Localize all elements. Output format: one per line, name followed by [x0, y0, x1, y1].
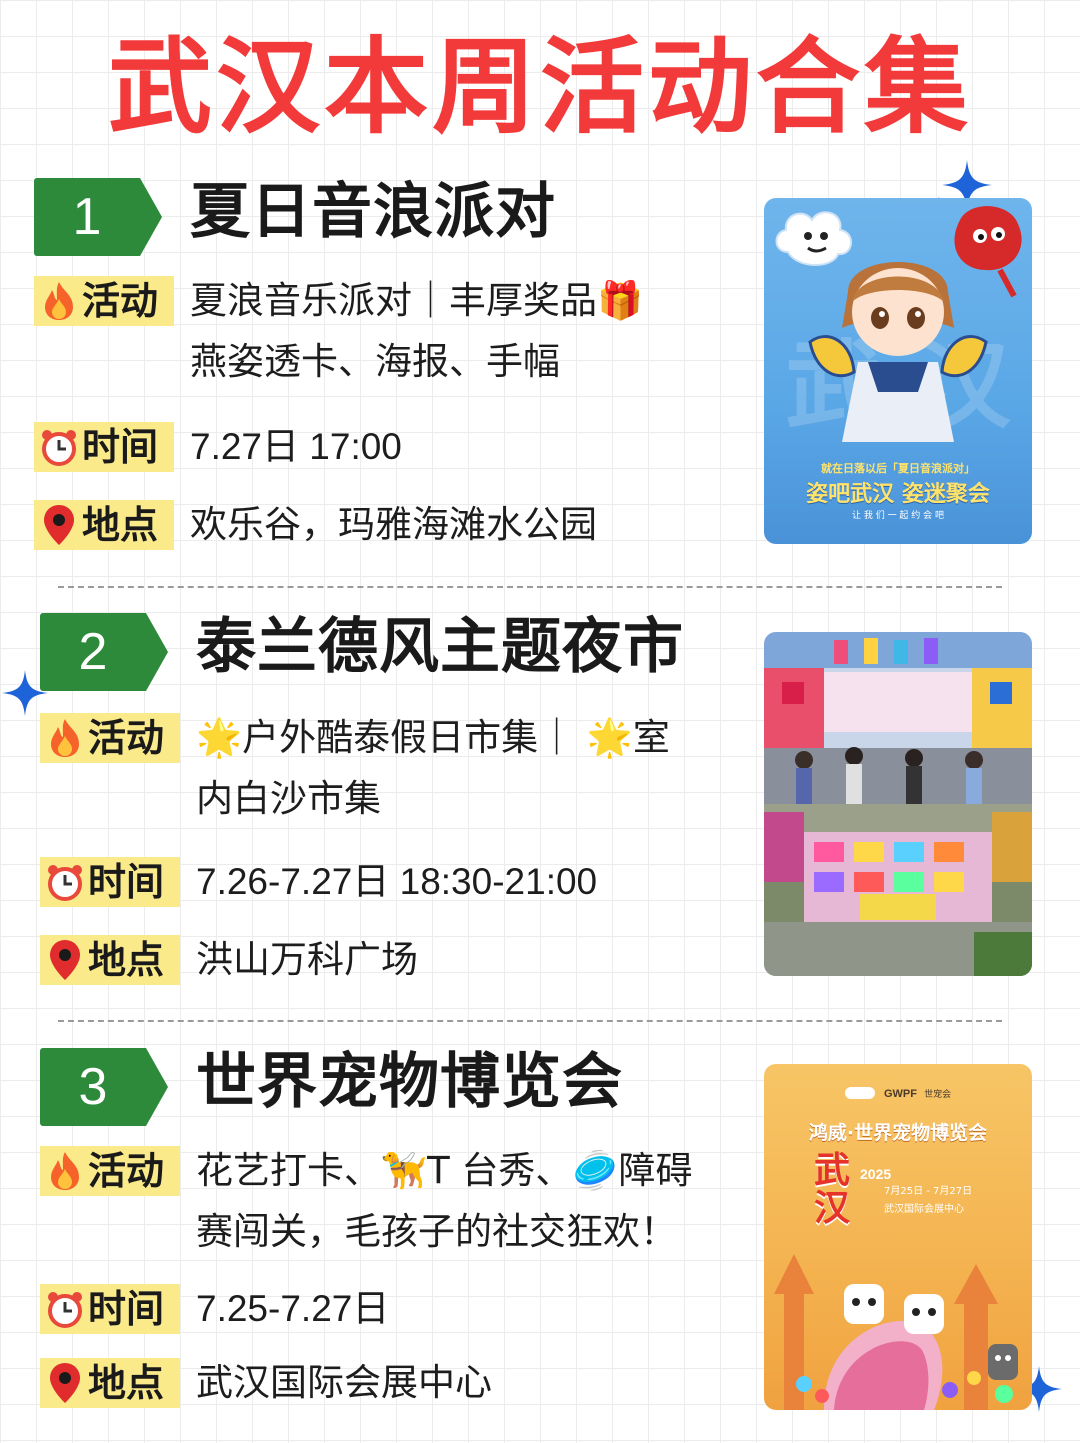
place-tag: 地点	[34, 500, 174, 550]
activity-text-line-2: 赛闯关，毛孩子的社交狂欢！	[196, 1210, 677, 1253]
poster-line-1: 鸿威·世界宠物博览会	[808, 1122, 988, 1144]
poster-line-2: 姿吧武汉 姿迷聚会	[806, 482, 990, 507]
activity-text-line-2: 内白沙市集	[196, 777, 381, 820]
place-label: 地点	[88, 938, 165, 982]
time-tag: 时间	[34, 422, 174, 472]
page-title: 武汉本周活动合集	[107, 26, 972, 148]
castle-slide-illustration	[774, 1254, 1018, 1410]
place-tag: 地点	[40, 935, 180, 985]
fire-icon	[36, 278, 82, 324]
time-label: 时间	[82, 425, 159, 469]
time-tag: 时间	[40, 857, 180, 907]
night-market-photo	[764, 632, 1032, 976]
alarm-clock-icon	[42, 859, 88, 905]
activity-text-line-2: 燕姿透卡、海报、手幅	[190, 340, 560, 383]
place-label: 地点	[82, 503, 159, 547]
event-time: 7.26-7.27日 18:30-21:00	[196, 861, 598, 902]
event-time: 7.27日 17:00	[190, 426, 402, 467]
poster-line-1: 就在日落以后「夏日音浪派对」	[821, 462, 975, 475]
event-place: 欢乐谷，玛雅海滩水公园	[190, 503, 597, 546]
time-tag: 时间	[40, 1284, 180, 1334]
section-divider	[58, 1020, 1002, 1022]
poster-logo-sub: 世宠会	[924, 1090, 952, 1100]
activity-tag: 活动	[40, 713, 180, 763]
event-title: 世界宠物博览会	[196, 1047, 623, 1117]
place-label: 地点	[88, 1361, 165, 1405]
poster-line-3: 让 我 们 一 起 约 会 吧	[851, 511, 945, 521]
activity-label: 活动	[88, 1149, 165, 1193]
activity-label: 活动	[82, 279, 159, 323]
time-label: 时间	[88, 1287, 165, 1331]
activity-tag: 活动	[40, 1146, 180, 1196]
event-2-photo	[764, 632, 1032, 976]
location-pin-icon	[42, 937, 88, 983]
alarm-clock-icon	[42, 1286, 88, 1332]
activity-tag: 活动	[34, 276, 174, 326]
activity-text-line-1: 🌟户外酷泰假日市集｜ 🌟室	[196, 716, 670, 759]
event-place: 武汉国际会展中心	[196, 1361, 492, 1404]
location-pin-icon	[36, 502, 82, 548]
alarm-clock-icon	[36, 424, 82, 470]
event-place: 洪山万科广场	[196, 938, 418, 981]
event-title: 泰兰德风主题夜市	[196, 612, 684, 682]
event-1-poster: 武 汉 就在日落以后「夏日音浪派对」 姿吧武汉 姿迷聚会 让 我 们 一 起 约…	[764, 198, 1032, 544]
poster-year: 2025	[860, 1166, 892, 1182]
activity-text-line-1: 花艺打卡、🦮T 台秀、🥏障碍	[196, 1149, 693, 1192]
event-number-badge: 1	[34, 178, 162, 256]
activity-text-line-1: 夏浪音乐派对｜丰厚奖品🎁	[190, 279, 644, 322]
event-3-poster: GWPF 世宠会 鸿威·世界宠物博览会 武汉 2025 7月25日 - 7月27…	[764, 1064, 1032, 1410]
bone-icon	[844, 1086, 875, 1099]
activity-label: 活动	[88, 716, 165, 760]
poster-dates: 7月25日 - 7月27日	[884, 1186, 973, 1197]
section-divider	[58, 586, 1002, 588]
time-label: 时间	[88, 860, 165, 904]
poster-venue: 武汉国际会展中心	[884, 1204, 964, 1215]
event-time: 7.25-7.27日	[196, 1288, 390, 1329]
girl-character-illustration	[808, 262, 988, 442]
event-number-badge: 3	[40, 1048, 168, 1126]
fire-icon	[42, 715, 88, 761]
event-title: 夏日音浪派对	[190, 177, 556, 247]
poster-logo: GWPF 世宠会	[764, 1082, 1032, 1101]
place-tag: 地点	[40, 1358, 180, 1408]
event-number-badge: 2	[40, 613, 168, 691]
location-pin-icon	[42, 1360, 88, 1406]
poster-logo-text: GWPF	[883, 1088, 917, 1100]
fire-icon	[42, 1148, 88, 1194]
